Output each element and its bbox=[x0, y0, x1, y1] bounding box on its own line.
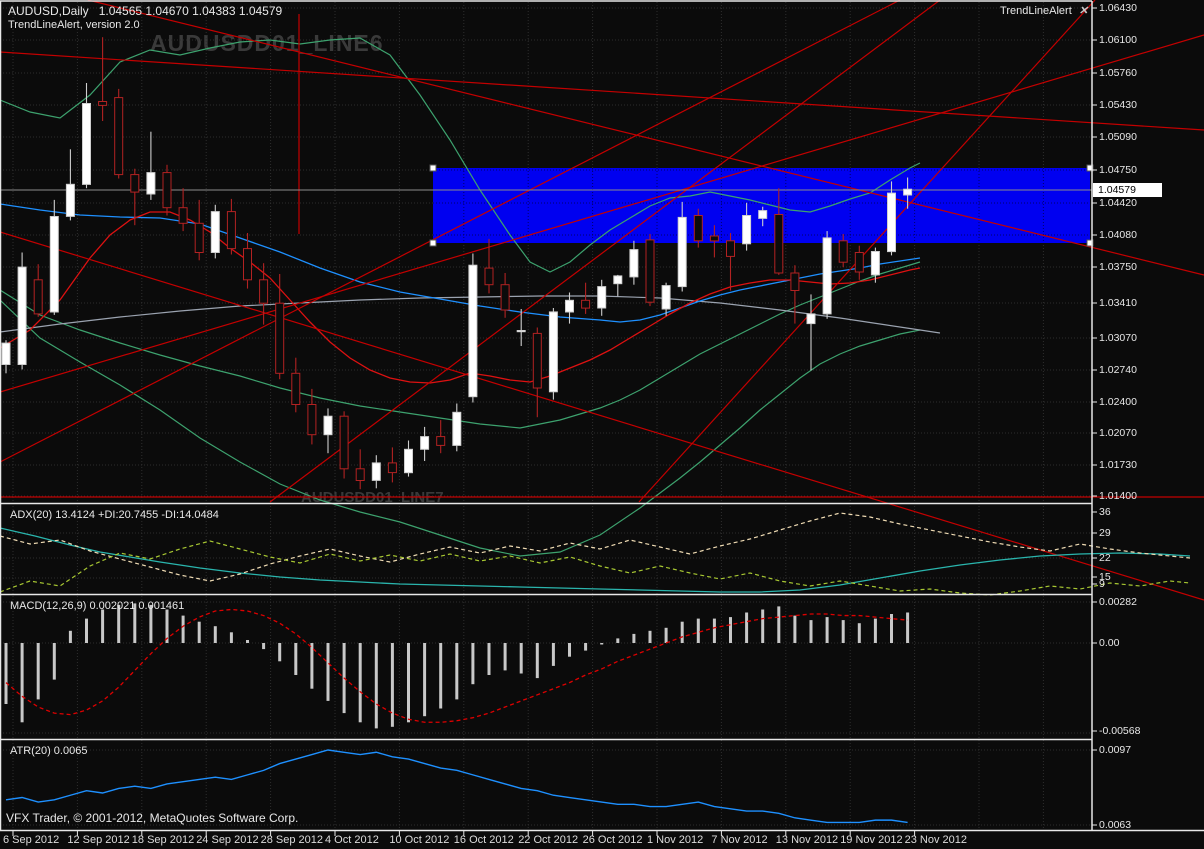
date-tick-label: 4 Oct 2012 bbox=[325, 834, 379, 846]
window-title-label: TrendLineAlert bbox=[1000, 5, 1072, 17]
price-tick-label: 1.02740 bbox=[1099, 364, 1137, 376]
date-tick-label: 23 Nov 2012 bbox=[904, 834, 967, 846]
date-tick-label: 28 Sep 2012 bbox=[260, 834, 323, 846]
macd-indicator-label: MACD(12,26,9) 0.002021 0.001461 bbox=[10, 600, 185, 612]
price-tick-label: 1.01730 bbox=[1099, 459, 1137, 471]
chart-header: AUDUSD,Daily 1.04565 1.04670 1.04383 1.04… bbox=[8, 4, 282, 18]
chart-canvas[interactable] bbox=[0, 0, 1204, 849]
date-tick-label: 22 Oct 2012 bbox=[518, 834, 579, 846]
macd-axis-label: 0.00 bbox=[1099, 637, 1120, 649]
date-tick-label: 18 Sep 2012 bbox=[131, 834, 195, 846]
adx-axis-label: 22 bbox=[1099, 552, 1111, 564]
date-tick-label: 13 Nov 2012 bbox=[775, 834, 839, 846]
date-tick-label: 19 Nov 2012 bbox=[840, 834, 903, 846]
adx-axis-label: 29 bbox=[1099, 527, 1111, 539]
atr-axis-label: 0.0063 bbox=[1099, 819, 1132, 831]
current-price-box: 1.04579 bbox=[1093, 183, 1162, 197]
window-title: TrendLineAlert ✕ bbox=[1000, 4, 1088, 17]
mt4-chart-window: AUDUSDD01_LINE6 AUDUSDD01_LINE7 AUDUSD,D… bbox=[0, 0, 1204, 849]
price-tick-label: 1.02070 bbox=[1099, 427, 1137, 439]
date-tick-label: 10 Oct 2012 bbox=[389, 834, 450, 846]
price-tick-label: 1.01400 bbox=[1099, 490, 1137, 502]
rectangle-handle[interactable] bbox=[429, 239, 437, 247]
date-tick-label: 26 Oct 2012 bbox=[582, 834, 643, 846]
price-tick-label: 1.03750 bbox=[1099, 261, 1137, 273]
indicator-version-label: TrendLineAlert, version 2.0 bbox=[8, 19, 140, 31]
price-tick-label: 1.03410 bbox=[1099, 297, 1137, 309]
price-tick-label: 1.05430 bbox=[1099, 99, 1137, 111]
price-tick-label: 1.05760 bbox=[1099, 67, 1137, 79]
blue-zone-rectangle[interactable] bbox=[433, 168, 1090, 243]
date-tick-label: 6 Sep 2012 bbox=[3, 834, 60, 846]
date-tick-label: 16 Oct 2012 bbox=[453, 834, 514, 846]
adx-axis-label: 36 bbox=[1099, 506, 1111, 518]
atr-axis-label: 0.0097 bbox=[1099, 744, 1132, 756]
price-tick-label: 1.04420 bbox=[1099, 197, 1137, 209]
macd-axis-label: -0.00568 bbox=[1099, 725, 1141, 737]
price-tick-label: 1.03070 bbox=[1099, 332, 1137, 344]
atr-indicator-label: ATR(20) 0.0065 bbox=[10, 745, 88, 757]
symbol-period-label: AUDUSD,Daily bbox=[8, 4, 89, 18]
price-tick-label: 1.06430 bbox=[1099, 2, 1137, 14]
price-tick-label: 1.04080 bbox=[1099, 229, 1137, 241]
price-tick-label: 1.04750 bbox=[1099, 164, 1137, 176]
rectangle-handle[interactable] bbox=[429, 164, 437, 172]
date-tick-label: 7 Nov 2012 bbox=[711, 834, 768, 846]
adx-indicator-label: ADX(20) 13.4124 +DI:20.7455 -DI:14.0484 bbox=[10, 509, 219, 521]
price-tick-label: 1.02400 bbox=[1099, 396, 1137, 408]
price-tick-label: 1.06100 bbox=[1099, 34, 1137, 46]
date-tick-label: 1 Nov 2012 bbox=[647, 834, 704, 846]
ohlc-values: 1.04565 1.04670 1.04383 1.04579 bbox=[98, 4, 283, 18]
macd-axis-label: 0.00282 bbox=[1099, 596, 1137, 608]
close-icon[interactable]: ✕ bbox=[1079, 5, 1088, 17]
adx-axis-label: 9 bbox=[1099, 578, 1105, 590]
date-tick-label: 24 Sep 2012 bbox=[196, 834, 259, 846]
date-tick-label: 12 Sep 2012 bbox=[67, 834, 130, 846]
copyright-label: VFX Trader, © 2001-2012, MetaQuotes Soft… bbox=[6, 811, 299, 825]
price-tick-label: 1.05090 bbox=[1099, 131, 1137, 143]
